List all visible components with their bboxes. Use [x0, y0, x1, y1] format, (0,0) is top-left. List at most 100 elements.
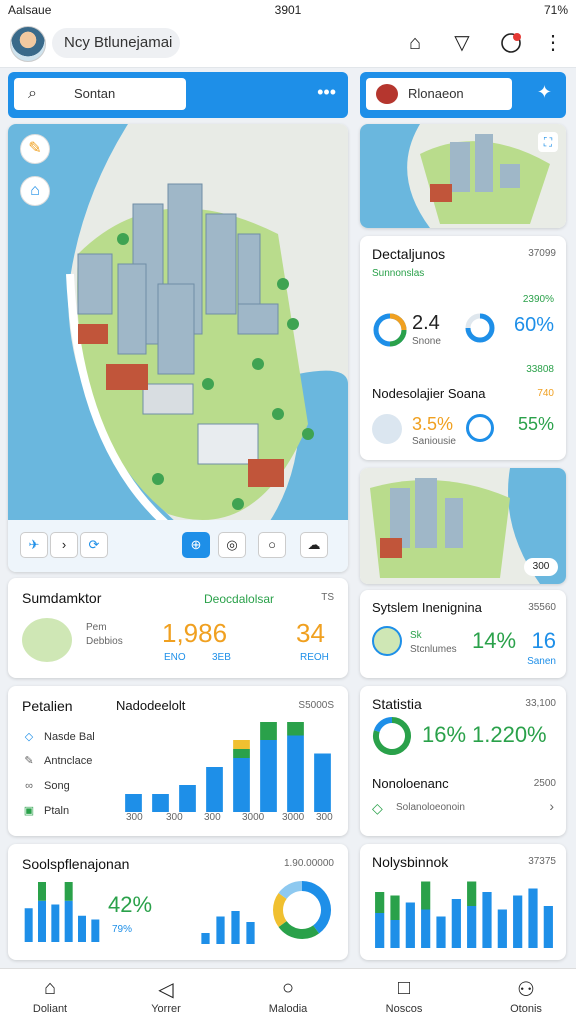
card-link[interactable]: Deocdalolsar [204, 592, 274, 606]
label-2: Stcnlumes [410, 644, 457, 655]
home-icon[interactable]: ⌂ [402, 30, 428, 56]
bar-blue [206, 767, 223, 812]
bar-blue [451, 899, 461, 948]
card-meta[interactable]: 37099 [528, 248, 556, 259]
bar-green [390, 895, 400, 920]
bar-blue [260, 740, 277, 812]
bar-green [375, 892, 385, 913]
bar-blue [24, 908, 33, 942]
bar-blue [125, 794, 142, 812]
bar-yellow [233, 740, 250, 749]
bar-blue [287, 735, 304, 812]
square-icon: □ [397, 977, 411, 999]
card-meta-2: 740 [537, 388, 554, 399]
nav-item-yorrer[interactable]: ◁ Yorrer [118, 969, 214, 1024]
list-item[interactable]: ✎ Antnclace [22, 754, 92, 767]
card-meta[interactable]: S5000S [298, 700, 334, 711]
pct-top: 2390% [522, 294, 554, 305]
petalien-card: Petalien Nadodeelolt S5000S ◇ Nasde Bal ✎… [8, 686, 348, 836]
bar-blue [152, 794, 169, 812]
map-badge[interactable]: 300 [524, 558, 558, 576]
cloud-icon[interactable]: ☁ [300, 532, 328, 558]
battery-label: 71% [543, 3, 568, 17]
more-icon[interactable]: ⋮ [540, 30, 566, 56]
status-bar: Aalsaue 3901 71% [0, 0, 576, 20]
chat-icon[interactable] [498, 30, 524, 56]
filter-icon[interactable]: ▽ [449, 30, 475, 56]
list-item[interactable]: ▣ Ptaln [22, 804, 69, 817]
small-pct: 33808 [526, 364, 554, 375]
card-sub: Sunnonslas [372, 268, 425, 279]
value-2: 60% [513, 314, 554, 336]
list-item[interactable]: ◇ Nasde Bal [22, 730, 95, 743]
card-meta[interactable]: TS [321, 592, 334, 603]
chevron-right-icon[interactable]: › [50, 532, 78, 558]
bar-blue [421, 909, 431, 948]
main-map[interactable]: ✎ ⌂ ✈ › ⟳ ⊕ ◎ ○ ☁ [8, 124, 348, 572]
card-meta[interactable]: 1.90.00000 [284, 858, 334, 869]
mini-map[interactable]: 300 [360, 468, 566, 584]
refresh-icon[interactable]: ⟳ [80, 532, 108, 558]
circle-icon: ○ [281, 977, 295, 999]
navigate-icon[interactable]: ✈ [20, 532, 48, 558]
nav-item-noscos[interactable]: □ Noscos [356, 969, 452, 1024]
big-value-1: 1,986 [162, 618, 228, 648]
bar-blue [91, 919, 100, 942]
bar-blue [390, 920, 400, 948]
search-input[interactable]: ⌕ Sontan [14, 78, 186, 110]
app-bar: Ncy Btlunejamai ⌂ ▽ ⋮ [0, 20, 576, 68]
x-tick: 300 [204, 812, 221, 823]
circle-icon[interactable]: ○ [258, 532, 286, 558]
ring-chart-icon [465, 313, 495, 343]
card-meta[interactable]: 37375 [528, 856, 556, 867]
value-1: 2.4 [412, 312, 440, 334]
pie-slice [301, 881, 331, 934]
nav-item-malodia[interactable]: ○ Malodia [240, 969, 336, 1024]
location-icon [376, 84, 398, 104]
bar-blue [216, 916, 225, 944]
ring-chart-icon [373, 313, 407, 347]
value-1: 16% [422, 722, 467, 747]
value-2: 16 [531, 628, 556, 653]
list-item[interactable]: ∞ Song [22, 780, 70, 792]
bar-blue [314, 753, 331, 812]
pie-slice [373, 717, 393, 733]
sparkle-icon[interactable]: ✦ [537, 82, 552, 103]
list-sub: Solanoloeonoin [396, 802, 465, 813]
chevron-right-icon[interactable]: › [549, 798, 554, 814]
compass-icon[interactable]: ⌂ [20, 176, 50, 206]
big-value-2: 34 [296, 618, 325, 648]
nav-item-otonis[interactable]: ⚇ Otonis [478, 969, 574, 1024]
bar-blue [482, 892, 492, 948]
bar-blue [246, 922, 255, 944]
layers-icon[interactable]: ◎ [218, 532, 246, 558]
bar-green [233, 749, 250, 758]
mini-bar-chart [201, 911, 255, 944]
donut-chart [373, 717, 411, 755]
card-meta[interactable]: 35560 [528, 602, 556, 613]
bar-blue [201, 933, 210, 944]
card-meta[interactable]: 33,100 [525, 698, 556, 709]
card-title-2: Nodesolajier Soana [372, 386, 486, 401]
x-tick: 300 [126, 812, 143, 823]
profile-icon: ⚇ [517, 979, 535, 1001]
locate-icon[interactable]: ⊕ [182, 532, 210, 558]
bar-blue [51, 904, 60, 942]
card-title: Nolysbinnok [372, 854, 449, 870]
pin-avatar-icon [372, 414, 402, 444]
avatar[interactable] [10, 26, 46, 62]
nav-item-doliant[interactable]: ⌂ Doliant [2, 969, 98, 1024]
more-options-icon[interactable]: ••• [317, 82, 336, 103]
system-icon [372, 626, 402, 656]
location-chip[interactable]: Rlonaeon [366, 78, 512, 110]
expand-icon[interactable]: ⛶ [538, 132, 558, 152]
big-value: 42% [108, 892, 153, 917]
app-title[interactable]: Ncy Btlunejamai [52, 28, 180, 58]
pie-slice [278, 920, 320, 939]
pin-icon[interactable]: ✎ [20, 134, 50, 164]
map-thumbnail[interactable]: ⛶ [360, 124, 566, 228]
bottom-nav: ⌂ Doliant ◁ Yorrer ○ Malodia □ Noscos ⚇ Otoni… [0, 968, 576, 1024]
x-tick: 3000 [282, 812, 305, 823]
pie-slice [278, 881, 303, 900]
card-title: Dectaljunos [372, 246, 446, 262]
